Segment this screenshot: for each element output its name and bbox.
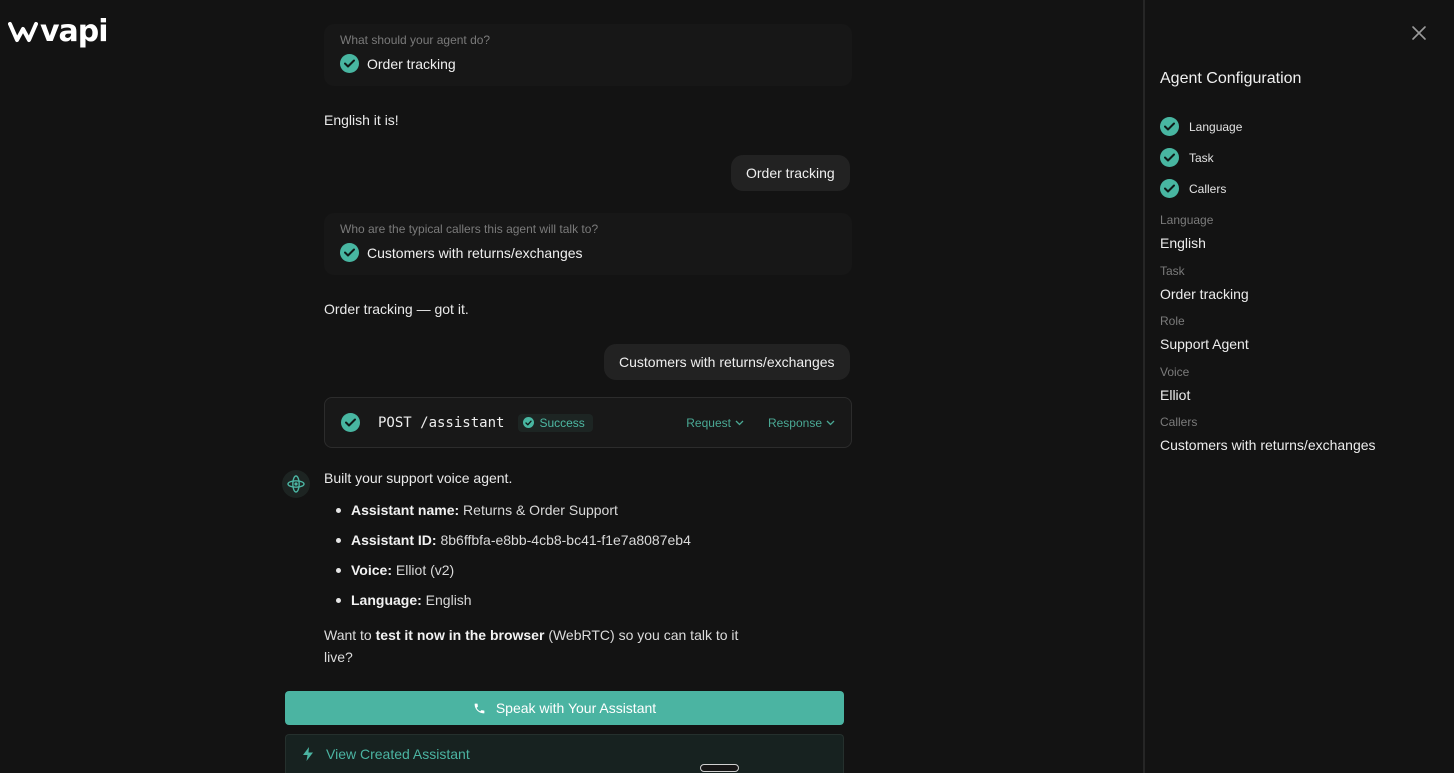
assistant-avatar xyxy=(282,470,310,498)
assistant-orbit-icon xyxy=(287,475,305,493)
question-label: What should your agent do? xyxy=(340,33,491,47)
item-value: English xyxy=(425,592,472,608)
request-label: Request xyxy=(686,415,731,430)
request-toggle[interactable]: Request xyxy=(686,416,744,430)
app-window: vapi What should your agent do? Order tr… xyxy=(0,0,1454,773)
list-item: Language: English xyxy=(336,590,691,620)
field-value: English xyxy=(1160,235,1206,251)
item-value: Returns & Order Support xyxy=(463,502,618,518)
step-label: Callers xyxy=(1189,181,1227,196)
field-callers: Callers Customers with returns/exchanges xyxy=(1160,414,1376,465)
field-key: Role xyxy=(1160,314,1185,328)
check-icon xyxy=(340,243,359,262)
user-message: Customers with returns/exchanges xyxy=(604,344,850,380)
status-badge: Success xyxy=(518,413,593,432)
item-key: Assistant name: xyxy=(351,502,460,518)
response-label: Response xyxy=(767,415,822,430)
field-role: Role Support Agent xyxy=(1160,313,1376,364)
item-value: 8b6ffbfa-e8bb-4cb8-bc41-f1e7a8087eb4 xyxy=(440,532,691,548)
step-label: Language xyxy=(1189,119,1243,134)
chevron-down-icon xyxy=(826,420,835,425)
check-icon xyxy=(1160,179,1179,198)
check-icon xyxy=(341,413,360,432)
field-key: Voice xyxy=(1160,364,1190,379)
field-value: Support Agent xyxy=(1160,336,1249,352)
item-key: Language: xyxy=(351,592,422,608)
question-bold: test it now in the browser xyxy=(375,627,545,643)
step-language: Language xyxy=(1160,111,1242,142)
scroll-indicator[interactable] xyxy=(700,764,739,772)
panel-title: Agent Configuration xyxy=(1160,70,1302,87)
speak-button-label: Speak with Your Assistant xyxy=(495,700,657,716)
close-icon[interactable] xyxy=(1410,24,1428,42)
step-label: Task xyxy=(1189,150,1214,165)
api-toggles: Request Response xyxy=(686,416,835,430)
assistant-message: English it is! xyxy=(324,112,399,128)
field-task: Task Order tracking xyxy=(1160,263,1376,314)
response-toggle[interactable]: Response xyxy=(768,416,835,430)
api-method: POST /assistant xyxy=(378,414,505,431)
question-prefix: Want to xyxy=(324,627,372,643)
question-answer-text: Customers with returns/exchanges xyxy=(367,244,583,261)
field-value: Elliot xyxy=(1160,386,1191,403)
user-message: Order tracking xyxy=(731,155,850,191)
api-call-card: POST /assistant Success Request Response xyxy=(324,397,852,448)
response-question: Want to test it now in the browser (WebR… xyxy=(324,624,764,668)
speak-with-assistant-button[interactable]: Speak with Your Assistant xyxy=(285,691,844,725)
question-card-task: What should your agent do? Order trackin… xyxy=(324,24,852,86)
field-language: Language English xyxy=(1160,212,1376,263)
field-value: Order tracking xyxy=(1160,285,1249,302)
config-fields: Language English Task Order tracking Rol… xyxy=(1160,212,1376,465)
step-task: Task xyxy=(1160,142,1242,173)
field-value: Customers with returns/exchanges xyxy=(1160,437,1376,453)
phone-icon xyxy=(474,703,485,713)
question-label: Who are the typical callers this agent w… xyxy=(340,222,599,236)
item-value: Elliot (v2) xyxy=(395,562,455,578)
field-key: Language xyxy=(1160,213,1214,227)
item-key: Voice: xyxy=(351,562,392,578)
view-created-assistant-button[interactable]: View Created Assistant xyxy=(285,734,844,773)
list-item: Assistant ID: 8b6ffbfa-e8bb-4cb8-bc41-f1… xyxy=(336,530,691,560)
question-answer: Order tracking xyxy=(340,54,836,73)
status-text: Success xyxy=(539,415,585,430)
list-item: Voice: Elliot (v2) xyxy=(336,560,691,590)
check-icon xyxy=(340,54,359,73)
chevron-down-icon xyxy=(735,420,744,425)
field-key: Callers xyxy=(1160,415,1198,429)
item-key: Assistant ID: xyxy=(351,532,437,548)
chat-thread: What should your agent do? Order trackin… xyxy=(0,0,1143,773)
config-steps: Language Task Callers xyxy=(1160,111,1242,204)
check-icon xyxy=(1160,117,1179,136)
question-answer-text: Order tracking xyxy=(367,55,456,72)
assistant-details-list: Assistant name: Returns & Order Support … xyxy=(336,500,691,620)
question-card-callers: Who are the typical callers this agent w… xyxy=(324,213,852,275)
response-intro: Built your support voice agent. xyxy=(324,470,513,486)
view-button-label: View Created Assistant xyxy=(326,746,470,762)
success-icon xyxy=(523,417,535,428)
assistant-message: Order tracking — got it. xyxy=(324,301,469,317)
list-item: Assistant name: Returns & Order Support xyxy=(336,500,691,530)
check-icon xyxy=(1160,148,1179,167)
field-voice: Voice Elliot xyxy=(1160,364,1376,415)
question-answer: Customers with returns/exchanges xyxy=(340,243,836,262)
bolt-icon xyxy=(303,747,313,761)
step-callers: Callers xyxy=(1160,173,1242,204)
field-key: Task xyxy=(1160,263,1185,278)
